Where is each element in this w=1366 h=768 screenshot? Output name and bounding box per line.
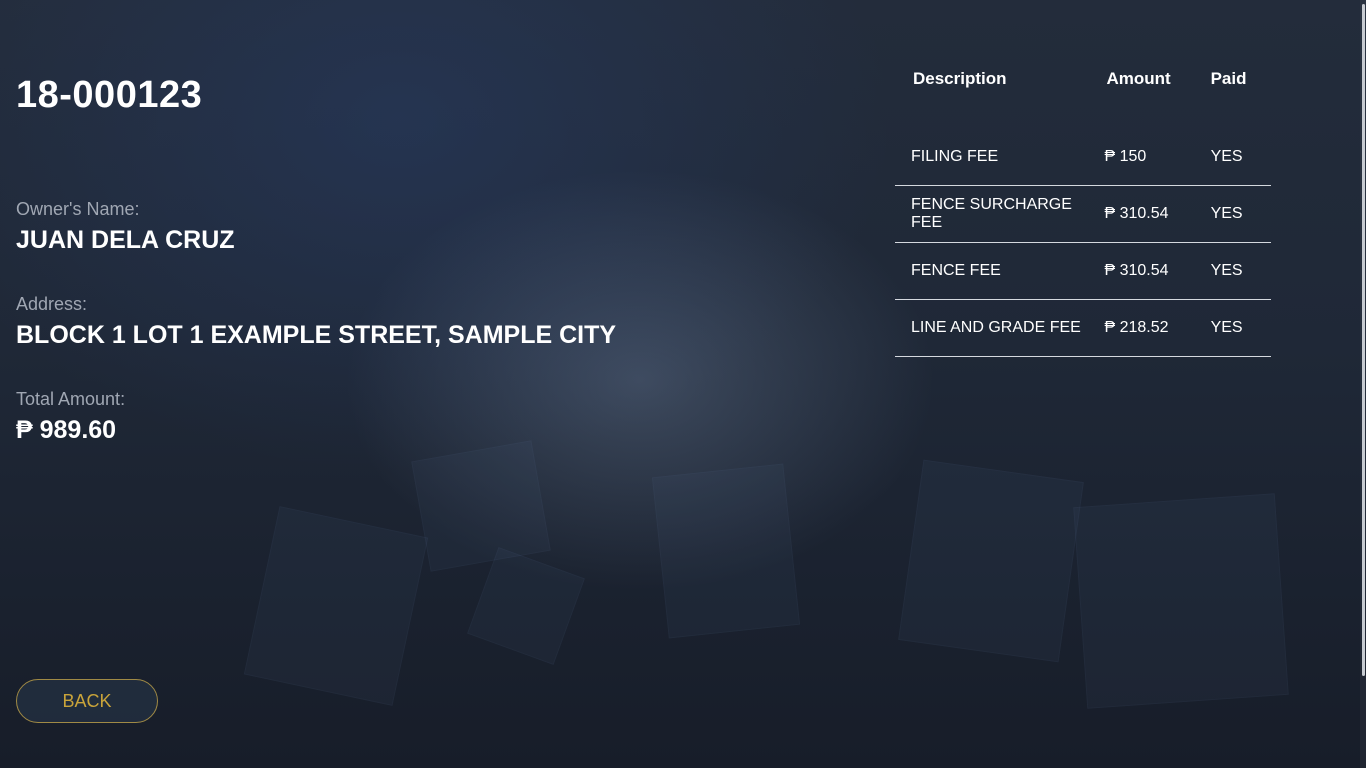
background-shape bbox=[651, 463, 801, 639]
background-shape bbox=[411, 440, 551, 572]
fee-amount: ₱ 150 bbox=[1088, 96, 1194, 186]
background-shape bbox=[898, 459, 1084, 663]
address-value: BLOCK 1 LOT 1 EXAMPLE STREET, SAMPLE CIT… bbox=[16, 321, 617, 349]
table-row: FILING FEE ₱ 150 YES bbox=[895, 96, 1271, 186]
table-row: LINE AND GRADE FEE ₱ 218.52 YES bbox=[895, 299, 1271, 357]
header-paid: Paid bbox=[1210, 69, 1247, 88]
fee-amount: ₱ 310.54 bbox=[1088, 242, 1194, 300]
fee-description: LINE AND GRADE FEE bbox=[895, 299, 1089, 357]
fee-description: FENCE SURCHARGE FEE bbox=[895, 185, 1089, 243]
fee-description: FENCE FEE bbox=[895, 242, 1089, 300]
fees-table: Description Amount Paid FILING FEE ₱ 150… bbox=[895, 62, 1271, 357]
table-row: FENCE FEE ₱ 310.54 YES bbox=[895, 242, 1271, 300]
fee-paid: YES bbox=[1193, 185, 1271, 243]
fee-amount: ₱ 310.54 bbox=[1088, 185, 1194, 243]
background-shape bbox=[243, 506, 429, 706]
total-field: Total Amount: ₱ 989.60 bbox=[16, 388, 125, 446]
background-shape bbox=[467, 547, 585, 665]
fee-paid: YES bbox=[1193, 242, 1271, 300]
table-header-row: Description Amount Paid bbox=[895, 62, 1271, 96]
back-button[interactable]: BACK bbox=[16, 679, 158, 723]
address-field: Address: BLOCK 1 LOT 1 EXAMPLE STREET, S… bbox=[16, 293, 616, 351]
owner-field: Owner's Name: JUAN DELA CRUZ bbox=[16, 198, 235, 256]
header-amount: Amount bbox=[1106, 69, 1171, 88]
background-shape bbox=[1073, 493, 1289, 709]
vertical-scrollbar[interactable] bbox=[1360, 0, 1366, 768]
fee-paid: YES bbox=[1193, 96, 1271, 186]
table-row: FENCE SURCHARGE FEE ₱ 310.54 YES bbox=[895, 185, 1271, 243]
application-id: 18-000123 bbox=[16, 74, 203, 116]
header-description: Description bbox=[913, 69, 1007, 88]
fee-description: FILING FEE bbox=[895, 96, 1089, 186]
address-label: Address: bbox=[16, 294, 88, 314]
owner-value: JUAN DELA CRUZ bbox=[16, 226, 235, 254]
scrollbar-thumb[interactable] bbox=[1362, 4, 1365, 676]
total-label: Total Amount: bbox=[16, 389, 126, 409]
fee-amount: ₱ 218.52 bbox=[1088, 299, 1194, 357]
total-value: ₱ 989.60 bbox=[16, 416, 117, 444]
fee-paid: YES bbox=[1193, 299, 1271, 357]
owner-label: Owner's Name: bbox=[16, 199, 140, 219]
application-details: 18-000123 Owner's Name: JUAN DELA CRUZ A… bbox=[16, 72, 816, 444]
